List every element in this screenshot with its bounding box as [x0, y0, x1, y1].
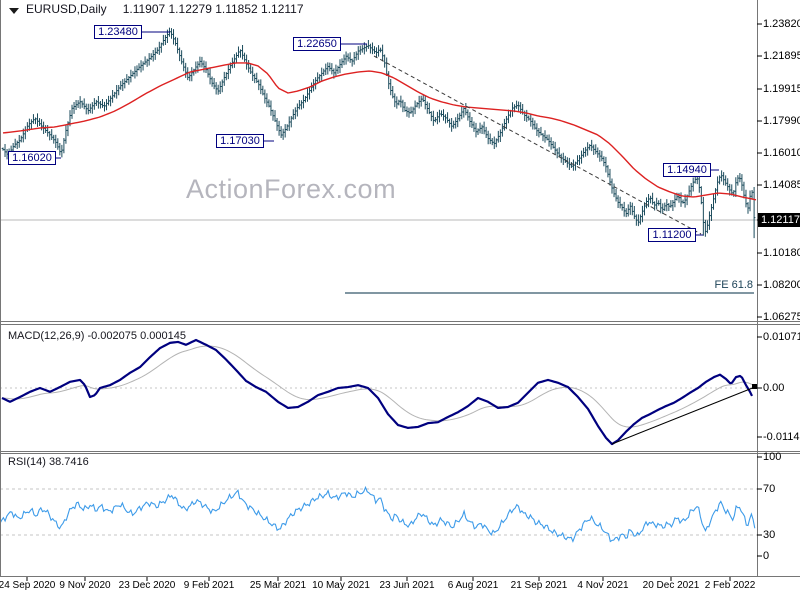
- price-axis-label: 1.16010: [763, 147, 800, 159]
- price-axis-label: 1.17990: [763, 115, 800, 127]
- time-axis-label: 23 Dec 2020: [118, 580, 176, 591]
- symbol-dropdown-icon[interactable]: [9, 8, 19, 14]
- price-axis-label: 1.21895: [763, 50, 800, 62]
- time-axis-label: 2 Feb 2022: [704, 580, 756, 591]
- price-axis-label: 30: [763, 529, 776, 541]
- chart-window: EURUSD,Daily 1.11907 1.12279 1.11852 1.1…: [0, 0, 800, 600]
- current-price-tag: 1.12117: [758, 213, 800, 227]
- price-axis-label: 70: [763, 483, 776, 495]
- price-level-label[interactable]: 1.11200: [648, 228, 696, 242]
- time-axis-label: 10 May 2021: [312, 580, 370, 591]
- price-axis-label: 1.10180: [763, 247, 800, 259]
- rsi-indicator-label: RSI(14) 38.7416: [8, 456, 89, 468]
- price-axis-label: -0.011424: [763, 431, 800, 443]
- time-axis-label: 25 Mar 2021: [249, 580, 307, 591]
- fibonacci-level-label[interactable]: FE 61.8: [701, 279, 753, 291]
- price-axis-label: 100: [763, 451, 782, 463]
- price-axis-label: 0: [763, 550, 770, 562]
- time-axis-label: 21 Sep 2021: [510, 580, 568, 591]
- price-level-label[interactable]: 1.14940: [663, 163, 711, 177]
- price-axis-label: 0.00: [763, 382, 785, 394]
- macd-main-line: [1, 338, 753, 446]
- chart-canvas[interactable]: [0, 0, 800, 600]
- ohlc-bars: [1, 27, 756, 239]
- price-level-label[interactable]: 1.23480: [94, 25, 142, 39]
- price-axis-label: 0.010715: [763, 331, 800, 343]
- time-axis-label: 9 Nov 2020: [59, 580, 111, 591]
- macd-trendline-handle[interactable]: [752, 384, 757, 389]
- time-axis-label: 6 Aug 2021: [447, 580, 499, 591]
- chart-title: EURUSD,Daily 1.11907 1.12279 1.11852 1.1…: [26, 2, 304, 16]
- macd-trendline[interactable]: [611, 386, 756, 445]
- macd-signal-line: [1, 345, 753, 428]
- rsi-line: [0, 485, 756, 543]
- macd-indicator-label: MACD(12,26,9) -0.002075 0.000145: [8, 330, 186, 342]
- time-axis-label: 23 Jun 2021: [379, 580, 435, 591]
- chart-title-quote: 1.11907 1.12279 1.11852 1.12117: [122, 2, 304, 16]
- price-axis-label: 1.08200: [763, 279, 800, 291]
- price-dashed-trendline[interactable]: [373, 55, 702, 235]
- time-axis-label: 20 Dec 2021: [642, 580, 700, 591]
- price-axis-label: 1.06275: [763, 311, 800, 323]
- price-axis-label: 1.23820: [763, 18, 800, 30]
- watermark: ActionForex.com: [186, 174, 397, 204]
- price-level-label[interactable]: 1.22650: [293, 37, 341, 51]
- time-axis-label: 9 Feb 2021: [183, 580, 235, 591]
- price-axis-label: 1.14085: [763, 179, 800, 191]
- price-axis-label: 1.19915: [763, 83, 800, 95]
- price-level-label[interactable]: 1.16020: [8, 151, 56, 165]
- time-axis-label: 24 Sep 2020: [0, 580, 56, 591]
- time-axis-label: 4 Nov 2021: [577, 580, 629, 591]
- price-level-label[interactable]: 1.17030: [216, 134, 264, 148]
- chart-title-symbol: EURUSD,Daily: [26, 2, 107, 16]
